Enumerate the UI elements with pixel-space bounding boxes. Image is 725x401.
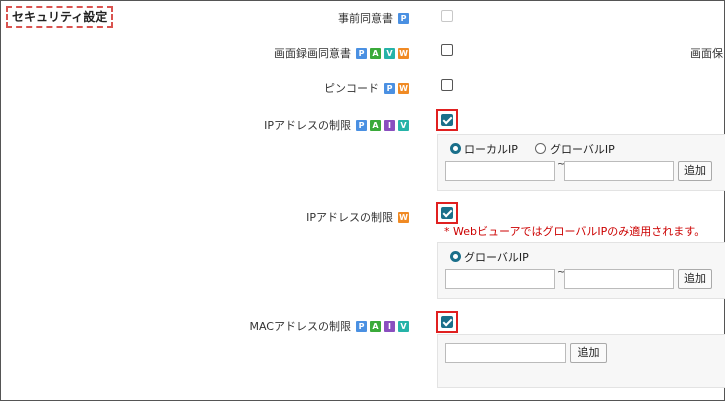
local-ip-label: ローカルIP — [464, 143, 518, 156]
ip-start-input[interactable] — [445, 269, 555, 289]
row-pincode: ピンコード P W — [324, 80, 409, 96]
badge-w-icon: W — [398, 47, 409, 59]
mac-restriction-checkbox[interactable] — [441, 316, 453, 328]
badge-w-icon: W — [398, 211, 409, 223]
add-ip-button[interactable]: 追加 — [678, 161, 712, 181]
badge-v-icon: V — [398, 119, 409, 131]
row-label: IPアドレスの制限 — [264, 119, 351, 132]
badge-p-icon: P — [398, 12, 409, 24]
badge-a-icon: A — [370, 320, 381, 332]
ip-restriction-web-checkbox[interactable] — [441, 207, 453, 219]
row-consent: 事前同意書 P — [338, 10, 409, 26]
row-ip-restriction-web: IPアドレスの制限 W — [306, 209, 409, 225]
badge-p-icon: P — [356, 320, 367, 332]
local-ip-radio[interactable] — [450, 143, 461, 154]
row-label: ピンコード — [324, 82, 379, 95]
badge-p-icon: P — [384, 82, 395, 94]
cut-off-label: 画面保 — [690, 47, 723, 60]
row-ip-restriction: IPアドレスの制限 P A I V — [264, 117, 409, 133]
row-label: 事前同意書 — [338, 12, 393, 25]
add-ip-button[interactable]: 追加 — [678, 269, 712, 289]
badge-a-icon: A — [370, 119, 381, 131]
ip-range-panel: ローカルIP グローバルIP ~ 追加 — [437, 134, 725, 191]
row-label: 画面録画同意書 — [274, 47, 351, 60]
global-ip-radio[interactable] — [535, 143, 546, 154]
section-title: セキュリティ設定 — [6, 6, 113, 28]
global-ip-label: グローバルIP — [464, 251, 529, 264]
badge-p-icon: P — [356, 47, 367, 59]
badge-i-icon: I — [384, 119, 395, 131]
ip-end-input[interactable] — [564, 161, 674, 181]
badge-i-icon: I — [384, 320, 395, 332]
mac-address-input[interactable] — [445, 343, 566, 363]
ip-start-input[interactable] — [445, 161, 555, 181]
web-viewer-note: * WebビューアではグローバルIPのみ適用されます。 — [444, 225, 706, 238]
screen-record-consent-checkbox[interactable] — [441, 44, 453, 56]
global-ip-label: グローバルIP — [550, 143, 615, 156]
badge-p-icon: P — [356, 119, 367, 131]
badge-a-icon: A — [370, 47, 381, 59]
row-label: MACアドレスの制限 — [249, 320, 351, 333]
pincode-checkbox[interactable] — [441, 79, 453, 91]
badge-w-icon: W — [398, 82, 409, 94]
mac-panel: 追加 — [437, 334, 725, 388]
ip-end-input[interactable] — [564, 269, 674, 289]
global-ip-panel: グローバルIP ~ 追加 — [437, 242, 725, 299]
badge-v-icon: V — [398, 320, 409, 332]
global-ip-radio[interactable] — [450, 251, 461, 262]
row-mac-restriction: MACアドレスの制限 P A I V — [249, 318, 409, 334]
row-screen-record-consent: 画面録画同意書 P A V W — [274, 45, 409, 61]
ip-restriction-checkbox[interactable] — [441, 114, 453, 126]
row-label: IPアドレスの制限 — [306, 211, 393, 224]
add-mac-button[interactable]: 追加 — [570, 343, 607, 363]
consent-checkbox[interactable] — [441, 10, 453, 22]
badge-v-icon: V — [384, 47, 395, 59]
